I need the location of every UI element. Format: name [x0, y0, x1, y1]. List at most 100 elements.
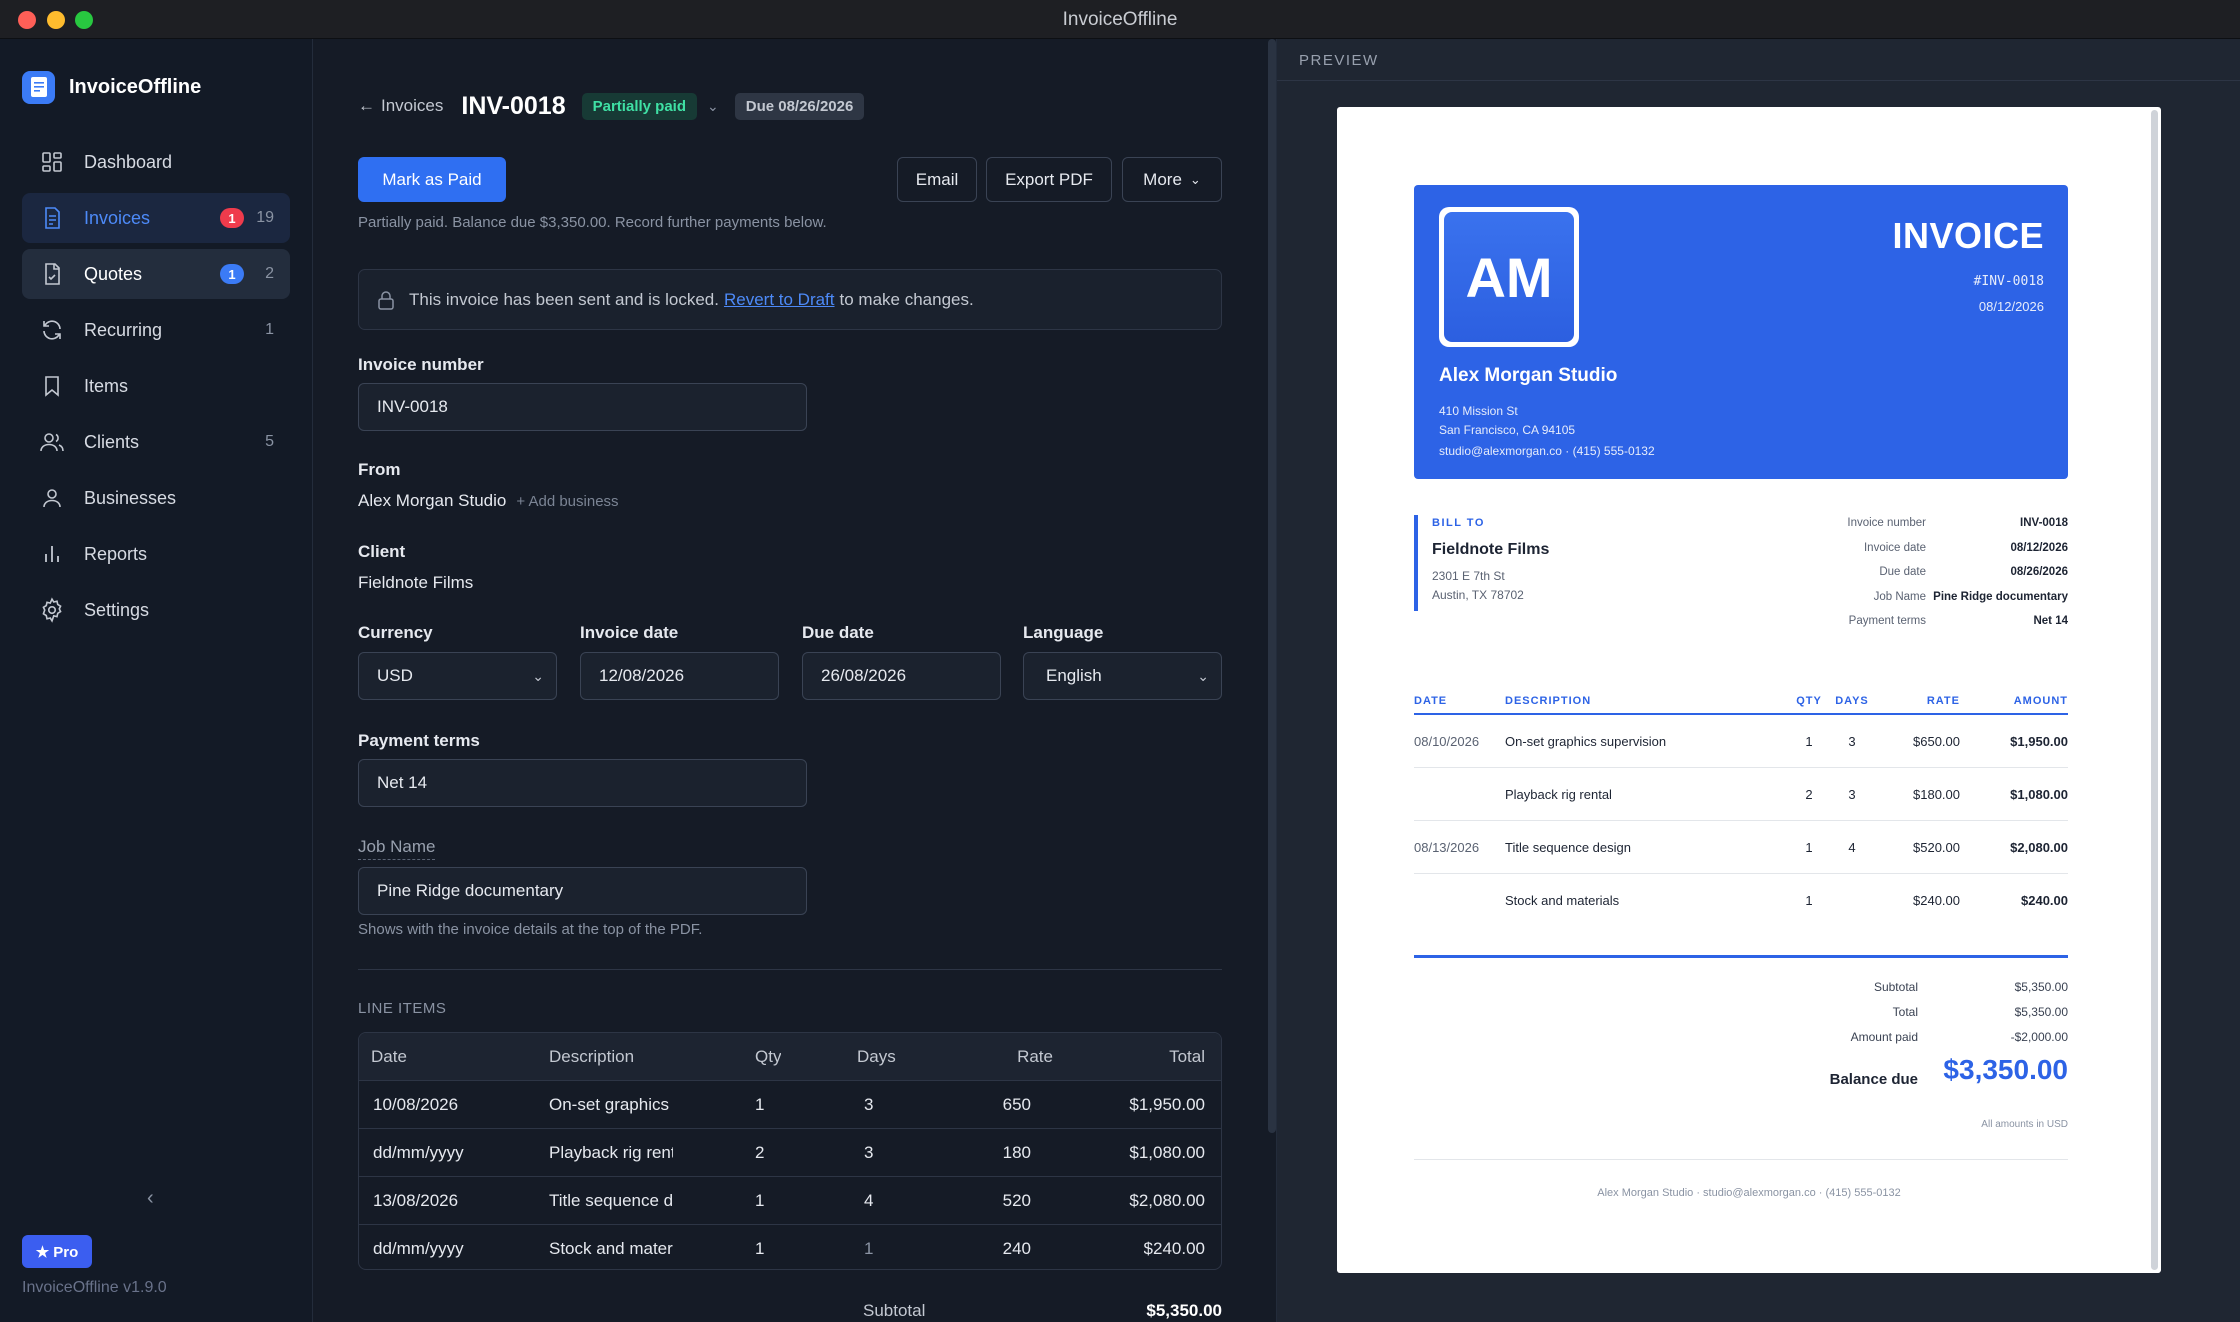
table-row: 08/10/2026 On-set graphics supervision 1…: [1414, 715, 2068, 768]
invoice-number-field[interactable]: INV-0018: [358, 383, 807, 431]
arrow-left-icon: ←: [358, 96, 375, 115]
invoice-header: ← Invoices INV-0018 Partially paid ⌄ Due…: [358, 89, 865, 123]
meta-row: Invoice date 08/12/2026: [1863, 541, 2068, 554]
collapse-sidebar-chevron-icon[interactable]: ‹: [147, 1187, 154, 1210]
description-input[interactable]: Stock and materials: [549, 1225, 673, 1269]
sidebar-item-recurring[interactable]: Recurring 1: [22, 305, 290, 355]
export-pdf-button[interactable]: Export PDF: [986, 157, 1112, 202]
sidebar-item-businesses[interactable]: Businesses: [22, 473, 290, 523]
client-value[interactable]: Fieldnote Films: [358, 573, 473, 593]
invoice-date-field[interactable]: 12/08/2026: [580, 652, 779, 700]
table-row: 08/13/2026 Title sequence design 1 4 $52…: [1414, 821, 2068, 874]
days-input[interactable]: 3: [864, 1129, 924, 1176]
column-header: Days: [857, 1046, 896, 1066]
date-input[interactable]: dd/mm/yyyy: [373, 1129, 533, 1176]
row-total: $2,080.00: [1129, 1190, 1205, 1210]
sidebar: InvoiceOffline Dashboard Invoices 1 19 Q…: [0, 39, 313, 1322]
pro-badge[interactable]: ★ Pro: [22, 1235, 92, 1268]
divider: [1414, 1159, 2068, 1160]
rate-input[interactable]: 180: [959, 1129, 1031, 1176]
business-contact: studio@alexmorgan.co · (415) 555-0132: [1439, 444, 1655, 458]
qty-input[interactable]: 1: [755, 1225, 815, 1269]
invoice-code: #INV-0018: [1973, 274, 2044, 289]
language-select[interactable]: English ⌄: [1023, 652, 1222, 700]
total-row: Total $5,350.00: [1892, 1005, 2068, 1019]
invoice-footer: Alex Morgan Studio · studio@alexmorgan.c…: [1597, 1187, 1901, 1199]
row-total: $1,080.00: [1129, 1142, 1205, 1162]
add-business-link[interactable]: + Add business: [516, 493, 618, 510]
revert-to-draft-link[interactable]: Revert to Draft: [724, 290, 835, 310]
client-address: 2301 E 7th St Austin, TX 78702: [1432, 569, 1524, 602]
invoice-meta: Invoice number INV-0018 Invoice date 08/12…: [1768, 517, 2068, 640]
from-label: From: [358, 460, 401, 479]
column-header: Rate: [1017, 1046, 1053, 1066]
sidebar-item-items[interactable]: Items: [22, 361, 290, 411]
rate-input[interactable]: 650: [959, 1081, 1031, 1128]
date-input[interactable]: dd/mm/yyyy: [373, 1225, 533, 1269]
column-header: Date: [371, 1046, 407, 1066]
currency-select[interactable]: USD ⌄: [358, 652, 557, 700]
preview-pane: PREVIEW AM Alex Morgan Studio 410 Missio…: [1277, 39, 2240, 1322]
editor-scrollbar[interactable]: [1268, 39, 1276, 1133]
table-row: Playback rig rental 2 3 $180.00 $1,080.0…: [1414, 768, 2068, 821]
description-input[interactable]: Playback rig rental: [549, 1129, 673, 1176]
balance-due-label: Balance due: [1829, 1071, 1918, 1088]
recurring-icon: [38, 316, 66, 344]
back-to-invoices-link[interactable]: ← Invoices: [358, 96, 443, 116]
sidebar-item-quotes[interactable]: Quotes 1 2: [22, 249, 290, 299]
sidebar-item-label: Reports: [84, 543, 148, 564]
sidebar-item-label: Invoices: [84, 207, 151, 228]
rate-input[interactable]: 240: [959, 1225, 1031, 1269]
sidebar-item-reports[interactable]: Reports: [22, 529, 290, 579]
bookmark-icon: [38, 372, 66, 400]
sidebar-item-dashboard[interactable]: Dashboard: [22, 137, 290, 187]
date-input[interactable]: 10/08/2026: [373, 1081, 533, 1128]
sidebar-item-label: Items: [84, 375, 129, 396]
days-input[interactable]: 4: [864, 1177, 924, 1224]
rate-input[interactable]: 520: [959, 1177, 1031, 1224]
preview-line-items: DATE DESCRIPTION QTY DAYS RATE AMOUNT 08…: [1414, 689, 2068, 927]
date-input[interactable]: 13/08/2026: [373, 1177, 533, 1224]
sidebar-item-settings[interactable]: Settings: [22, 585, 290, 635]
unread-badge: 1: [220, 264, 244, 284]
preview-scrollbar[interactable]: [2151, 110, 2158, 1270]
sidebar-item-label: Recurring: [84, 319, 163, 340]
preview-heading: PREVIEW: [1299, 52, 1379, 69]
locked-notice: This invoice has been sent and is locked…: [358, 269, 1222, 330]
invoice-date: 08/12/2026: [1978, 299, 2044, 314]
more-button[interactable]: More ⌄: [1122, 157, 1222, 202]
status-badge[interactable]: Partially paid: [581, 92, 697, 120]
payment-status-hint: Partially paid. Balance due $3,350.00. R…: [358, 214, 827, 231]
row-total: $1,950.00: [1129, 1094, 1205, 1114]
meta-row: Due date 08/26/2026: [1879, 566, 2068, 578]
sidebar-item-invoices[interactable]: Invoices 1 19: [22, 193, 290, 243]
table-row: dd/mm/yyyy Stock and materials 1 1 240 $…: [359, 1224, 1221, 1269]
due-date-field[interactable]: 26/08/2026: [802, 652, 1001, 700]
quote-icon: [38, 260, 66, 288]
days-input[interactable]: 1: [864, 1225, 924, 1269]
chevron-down-icon[interactable]: ⌄: [707, 98, 719, 115]
description-input[interactable]: Title sequence design: [549, 1177, 673, 1224]
qty-input[interactable]: 1: [755, 1177, 815, 1224]
brand: InvoiceOffline: [22, 67, 201, 107]
sidebar-item-clients[interactable]: Clients 5: [22, 417, 290, 467]
brand-name: InvoiceOffline: [69, 75, 202, 98]
job-name-field[interactable]: Pine Ridge documentary: [358, 867, 807, 915]
language-label: Language: [1023, 623, 1104, 642]
meta-row: Invoice number INV-0018: [1847, 517, 2068, 529]
payment-terms-field[interactable]: Net 14: [358, 759, 807, 807]
invoice-icon: [38, 204, 66, 232]
sidebar-item-label: Quotes: [84, 263, 143, 284]
qty-input[interactable]: 1: [755, 1081, 815, 1128]
business-name: Alex Morgan Studio: [1439, 365, 1618, 386]
days-input[interactable]: 3: [864, 1081, 924, 1128]
currency-label: Currency: [358, 623, 433, 642]
mark-as-paid-button[interactable]: Mark as Paid: [358, 157, 506, 202]
email-button[interactable]: Email: [897, 157, 977, 202]
qty-input[interactable]: 2: [755, 1129, 815, 1176]
column-header: Total: [1169, 1046, 1205, 1066]
job-name-hint: Shows with the invoice details at the to…: [358, 921, 703, 938]
description-input[interactable]: On-set graphics supervision: [549, 1081, 673, 1128]
lock-icon: [377, 290, 395, 310]
subtotal-row: Subtotal $5,350.00: [1873, 980, 2068, 994]
